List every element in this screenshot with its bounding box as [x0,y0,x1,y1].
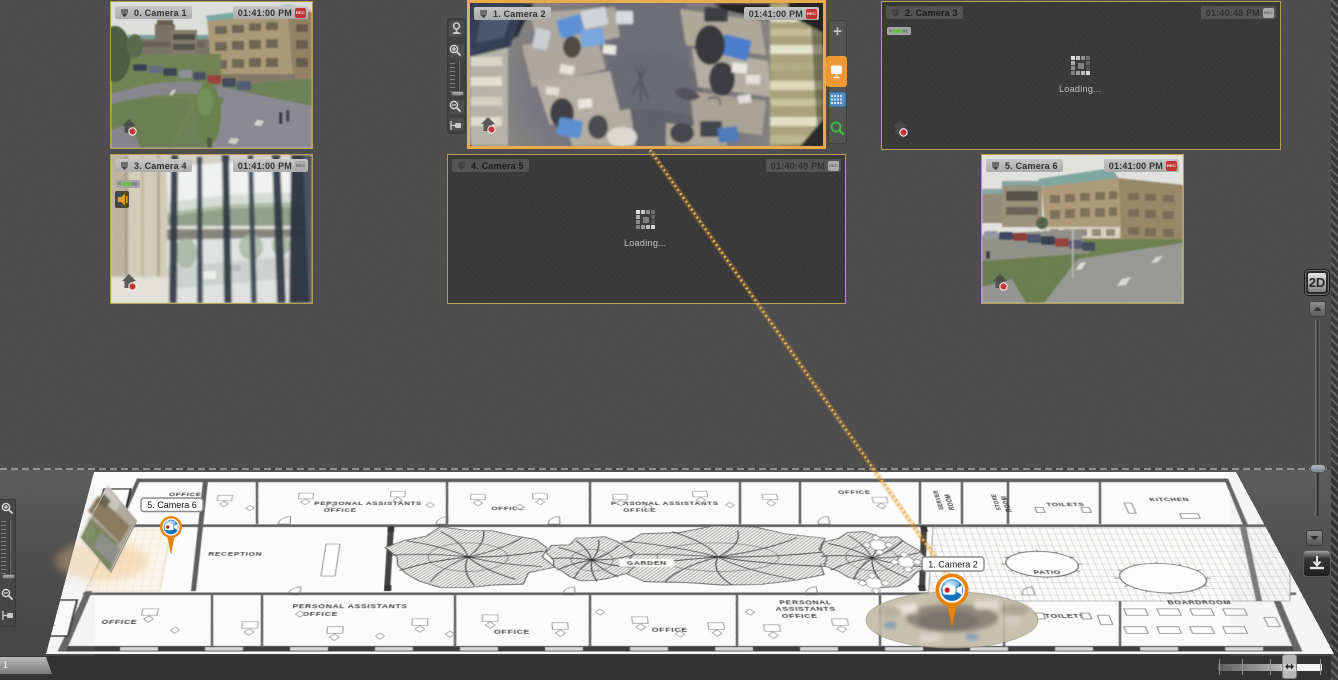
svg-text:5. Camera 6: 5. Camera 6 [147,500,197,510]
svg-text:1. Camera 2: 1. Camera 2 [928,559,978,569]
